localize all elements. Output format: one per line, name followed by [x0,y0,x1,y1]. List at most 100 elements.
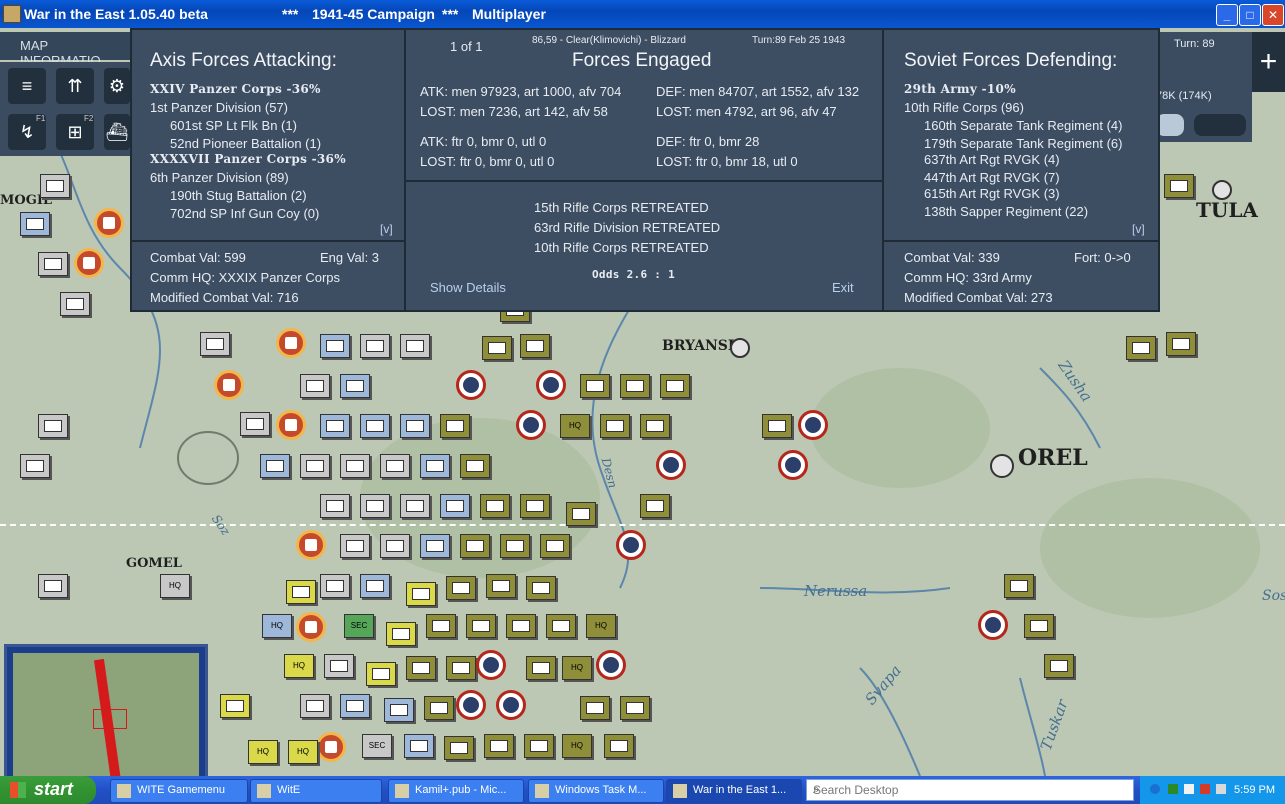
unit-counter[interactable] [640,414,670,438]
hq-counter[interactable]: HQ [562,734,592,758]
axis-expand-button[interactable]: [v] [380,222,393,236]
sec-counter[interactable]: SEC [362,734,392,758]
axis-armor-counter[interactable] [214,370,244,400]
axis-armor-counter[interactable] [296,530,326,560]
sec-counter[interactable]: SEC [344,614,374,638]
unit-counter[interactable] [440,494,470,518]
unit-counter[interactable] [620,696,650,720]
hq-counter[interactable]: HQ [288,740,318,764]
close-button[interactable]: ✕ [1262,4,1284,26]
city-orel-marker[interactable] [990,454,1014,478]
unit-counter[interactable] [380,454,410,478]
unit-counter[interactable] [604,734,634,758]
unit-counter[interactable] [406,656,436,680]
minimap-viewport[interactable] [93,709,127,729]
unit-counter[interactable] [762,414,792,438]
hq-counter[interactable]: HQ [560,414,590,438]
unit-counter[interactable] [360,414,390,438]
unit-counter[interactable] [460,534,490,558]
soviet-unit-counter[interactable] [778,450,808,480]
unit-counter[interactable] [320,574,350,598]
soviet-unit-counter[interactable] [978,610,1008,640]
unit-counter[interactable] [520,334,550,358]
unit-counter[interactable] [400,494,430,518]
unit-counter[interactable] [320,494,350,518]
network-icon[interactable] [1184,784,1194,794]
unit-counter[interactable] [300,694,330,718]
unit-counter[interactable] [384,698,414,722]
hq-counter[interactable]: HQ [262,614,292,638]
unit-counter[interactable] [546,614,576,638]
unit-counter[interactable] [500,534,530,558]
unit-counter[interactable] [366,662,396,686]
unit-counter[interactable] [320,414,350,438]
unit-counter[interactable] [20,454,50,478]
unit-counter[interactable] [540,534,570,558]
axis-armor-counter[interactable] [94,208,124,238]
soviet-unit-counter[interactable] [456,370,486,400]
show-details-button[interactable]: Show Details [430,280,506,295]
unit-counter[interactable] [600,414,630,438]
unit-counter[interactable] [320,334,350,358]
soviet-unit-counter[interactable] [596,650,626,680]
unit-counter[interactable] [466,614,496,638]
taskbar-item[interactable]: Windows Task M... [528,779,664,803]
unit-counter[interactable] [446,576,476,600]
map-information-tab[interactable]: MAP INFORMATIO [0,32,130,68]
unit-counter[interactable] [406,582,436,606]
search-desktop-input[interactable]: Search Desktop ⌕ [806,779,1134,801]
hq-counter[interactable]: HQ [248,740,278,764]
unit-counter[interactable] [360,494,390,518]
unit-counter[interactable] [444,736,474,760]
axis-armor-counter[interactable] [74,248,104,278]
soviet-unit-counter[interactable] [456,690,486,720]
unit-counter[interactable] [240,412,270,436]
unit-counter[interactable] [620,374,650,398]
unit-counter[interactable] [38,574,68,598]
unit-counter[interactable] [60,292,90,316]
back-arrow-icon[interactable] [1150,784,1160,794]
soviet-unit-counter[interactable] [476,650,506,680]
units-icon[interactable]: ⇈ [56,68,94,104]
hq-counter[interactable]: HQ [284,654,314,678]
toggle-left[interactable] [1156,114,1184,136]
unit-counter[interactable] [340,454,370,478]
volume-icon[interactable] [1216,784,1226,794]
unit-counter[interactable] [324,654,354,678]
minimap[interactable] [4,644,208,776]
unit-counter[interactable] [1126,336,1156,360]
city-bryansk-marker[interactable] [730,338,750,358]
unit-counter[interactable] [260,454,290,478]
unit-counter[interactable] [1164,174,1194,198]
unit-counter[interactable] [1004,574,1034,598]
unit-counter[interactable] [420,454,450,478]
zoom-plus-icon[interactable]: + [1252,32,1285,92]
city-tula-marker[interactable] [1212,180,1232,200]
gmail-icon[interactable] [1200,784,1210,794]
stack-icon[interactable]: ≡ [8,68,46,104]
unit-counter[interactable] [440,414,470,438]
taskbar-item[interactable]: WITE Gamemenu [110,779,248,803]
unit-counter[interactable] [360,574,390,598]
axis-armor-counter[interactable] [276,410,306,440]
unit-counter[interactable] [40,174,70,198]
unit-counter[interactable] [486,574,516,598]
toggle-right[interactable] [1194,114,1246,136]
unit-counter[interactable] [520,494,550,518]
axis-armor-counter[interactable] [296,612,326,642]
unit-counter[interactable] [220,694,250,718]
soviet-unit-counter[interactable] [798,410,828,440]
unit-counter[interactable] [360,334,390,358]
unit-counter[interactable] [300,374,330,398]
taskbar-item[interactable]: WitE [250,779,382,803]
unit-counter[interactable] [380,534,410,558]
unit-counter[interactable] [660,374,690,398]
unit-counter[interactable] [1044,654,1074,678]
unit-counter[interactable] [400,334,430,358]
unit-counter[interactable] [300,454,330,478]
ship-icon[interactable]: ⛴ [104,114,130,150]
unit-counter[interactable] [424,696,454,720]
hq-counter[interactable]: HQ [562,656,592,680]
unit-counter[interactable] [200,332,230,356]
unit-counter[interactable] [566,502,596,526]
